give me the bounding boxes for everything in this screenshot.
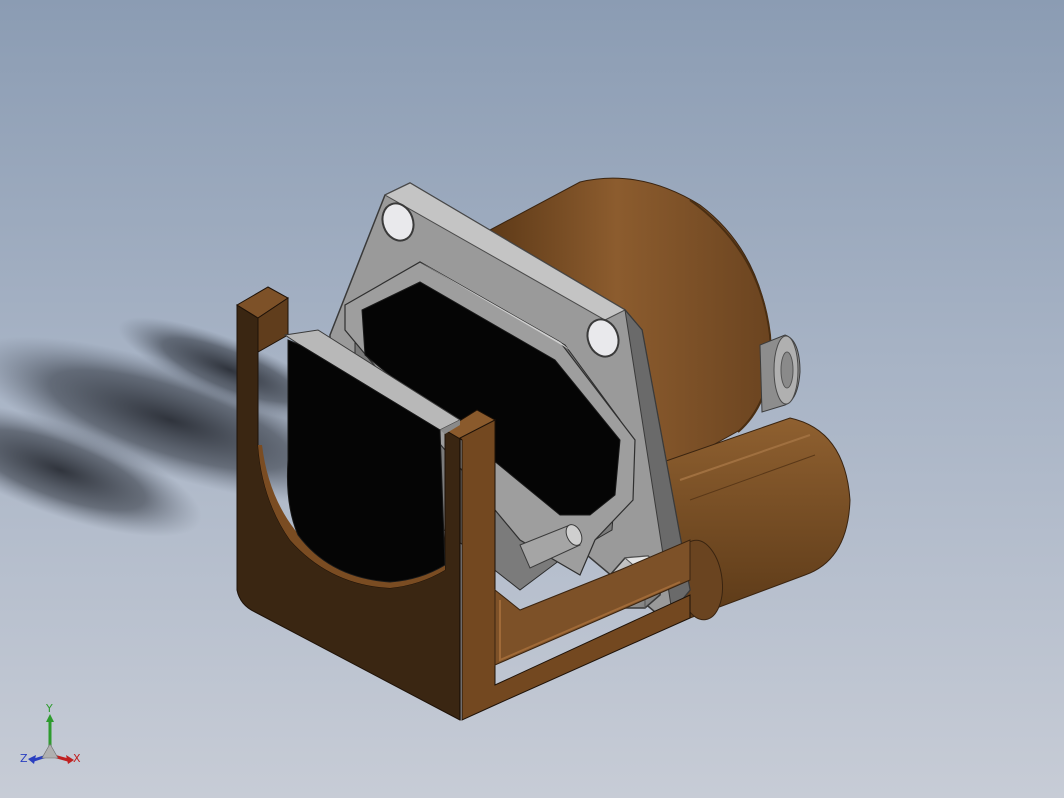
bleed-screw[interactable] [759,334,801,413]
brake-caliper-model[interactable] [0,0,1064,798]
x-axis-label: X [73,752,81,765]
y-axis-label: Y [45,702,53,715]
z-axis-arrow [28,755,36,764]
orientation-triad[interactable]: Y X Z [18,700,88,780]
graphics-viewport[interactable]: Y X Z [0,0,1064,798]
y-axis-arrow [46,714,54,722]
z-axis-label: Z [20,752,28,765]
triad-origin-cone [41,743,59,759]
